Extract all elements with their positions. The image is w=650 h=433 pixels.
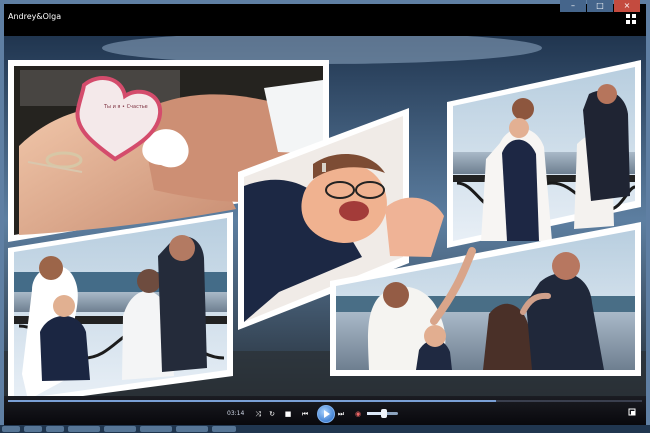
seek-progress	[8, 400, 497, 402]
taskbar-app-icon[interactable]	[140, 426, 172, 432]
taskbar-app-icon[interactable]	[46, 426, 64, 432]
volume-thumb[interactable]	[381, 409, 387, 418]
taskbar-app-icon[interactable]	[68, 426, 100, 432]
taskbar-app-icon[interactable]	[212, 426, 236, 432]
previous-icon[interactable]: ⏮	[299, 408, 311, 420]
video-area[interactable]: Ты и я • Счастье	[4, 36, 646, 406]
elapsed-time: 03:14	[227, 410, 245, 417]
window-controls: – □ ×	[559, 0, 640, 12]
shuffle-icon[interactable]: ⤨	[252, 408, 264, 420]
title-bar[interactable]: Andrey&Olga – □ ×	[4, 0, 646, 36]
stop-icon[interactable]: ■	[282, 408, 294, 420]
switch-to-library-icon[interactable]	[626, 14, 638, 24]
volume-icon[interactable]: ◉	[352, 408, 364, 420]
window-title: Andrey&Olga	[8, 12, 62, 21]
heart-sign-text: Ты и я • Счастье	[103, 104, 148, 110]
fullscreen-icon[interactable]	[628, 408, 636, 416]
repeat-icon[interactable]: ↻	[266, 408, 278, 420]
taskbar-app-icon[interactable]	[176, 426, 208, 432]
play-icon[interactable]	[317, 405, 335, 423]
seek-bar[interactable]	[8, 400, 642, 402]
taskbar-start-icon[interactable]	[2, 426, 20, 432]
maximize-button[interactable]: □	[587, 0, 613, 12]
playback-controls: 03:14 ⤨ ↻ ■ ⏮ ⏭ ◉	[4, 396, 646, 425]
next-icon[interactable]: ⏭	[335, 408, 347, 420]
taskbar-app-icon[interactable]	[24, 426, 42, 432]
close-button[interactable]: ×	[614, 0, 640, 12]
taskbar-app-icon[interactable]	[104, 426, 136, 432]
minimize-button[interactable]: –	[560, 0, 586, 12]
taskbar	[0, 425, 650, 433]
